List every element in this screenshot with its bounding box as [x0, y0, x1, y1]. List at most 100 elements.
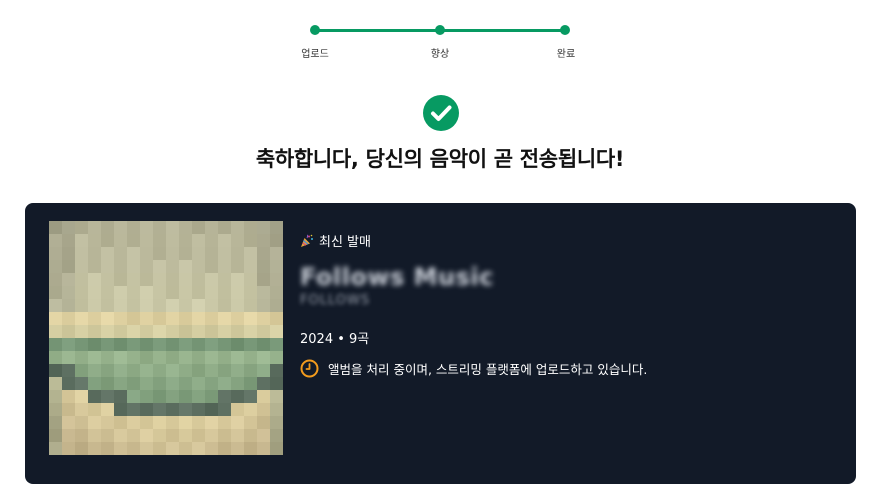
- cover-pixel: [140, 429, 153, 442]
- cover-pixel: [49, 338, 62, 351]
- processing-status-text: 앨범을 처리 중이며, 스트리밍 플랫폼에 업로드하고 있습니다.: [328, 362, 648, 377]
- cover-pixel: [270, 416, 283, 429]
- cover-pixel: [257, 390, 270, 403]
- cover-pixel: [101, 416, 114, 429]
- cover-pixel: [75, 312, 88, 325]
- cover-pixel: [231, 377, 244, 390]
- cover-pixel: [179, 286, 192, 299]
- cover-pixel: [192, 221, 205, 234]
- step-label-enhance: 향상: [430, 49, 450, 60]
- cover-pixel: [49, 234, 62, 247]
- cover-pixel: [75, 286, 88, 299]
- cover-pixel: [257, 260, 270, 273]
- cover-pixel: [62, 260, 75, 273]
- cover-pixel: [218, 442, 231, 455]
- cover-pixel: [127, 364, 140, 377]
- cover-pixel: [62, 312, 75, 325]
- cover-pixel: [140, 351, 153, 364]
- cover-pixel: [62, 364, 75, 377]
- cover-pixel: [140, 403, 153, 416]
- cover-pixel: [179, 234, 192, 247]
- cover-pixel: [231, 325, 244, 338]
- cover-pixel: [166, 377, 179, 390]
- cover-pixel: [101, 390, 114, 403]
- cover-pixel: [205, 286, 218, 299]
- cover-pixel: [179, 221, 192, 234]
- cover-pixel: [101, 312, 114, 325]
- cover-pixel: [101, 286, 114, 299]
- cover-pixel: [205, 221, 218, 234]
- cover-pixel: [257, 416, 270, 429]
- cover-pixel: [88, 273, 101, 286]
- cover-pixel: [114, 429, 127, 442]
- cover-pixel: [49, 247, 62, 260]
- cover-pixel: [49, 416, 62, 429]
- album-card: 최신 발매 Follows Music FOLLOWS 2024 • 9곡 앨범…: [25, 203, 856, 484]
- cover-pixel: [127, 286, 140, 299]
- cover-pixel: [270, 390, 283, 403]
- cover-pixel: [101, 364, 114, 377]
- cover-pixel: [244, 312, 257, 325]
- cover-pixel: [218, 338, 231, 351]
- cover-pixel: [166, 390, 179, 403]
- cover-pixel: [153, 429, 166, 442]
- cover-pixel: [153, 442, 166, 455]
- cover-pixel: [192, 325, 205, 338]
- cover-pixel: [62, 429, 75, 442]
- cover-pixel: [127, 247, 140, 260]
- cover-pixel: [192, 286, 205, 299]
- cover-pixel: [49, 221, 62, 234]
- cover-pixel: [179, 364, 192, 377]
- cover-pixel: [257, 338, 270, 351]
- cover-pixel: [218, 351, 231, 364]
- cover-pixel: [127, 299, 140, 312]
- cover-pixel: [75, 390, 88, 403]
- cover-pixel: [75, 221, 88, 234]
- cover-pixel: [270, 286, 283, 299]
- cover-pixel: [166, 429, 179, 442]
- cover-pixel: [153, 325, 166, 338]
- cover-pixel: [75, 338, 88, 351]
- cover-pixel: [244, 247, 257, 260]
- cover-pixel: [75, 429, 88, 442]
- cover-pixel: [231, 442, 244, 455]
- cover-pixel: [153, 377, 166, 390]
- cover-pixel: [166, 351, 179, 364]
- cover-pixel: [114, 390, 127, 403]
- cover-pixel: [257, 273, 270, 286]
- cover-pixel: [179, 390, 192, 403]
- cover-pixel: [166, 234, 179, 247]
- cover-pixel: [62, 338, 75, 351]
- cover-pixel: [257, 312, 270, 325]
- cover-pixel: [257, 247, 270, 260]
- cover-pixel: [127, 273, 140, 286]
- cover-pixel: [75, 442, 88, 455]
- cover-pixel: [231, 390, 244, 403]
- cover-pixel: [101, 325, 114, 338]
- cover-pixel: [140, 377, 153, 390]
- cover-pixel: [205, 260, 218, 273]
- cover-pixel: [166, 247, 179, 260]
- cover-pixel: [231, 312, 244, 325]
- cover-pixel: [205, 351, 218, 364]
- cover-pixel: [244, 260, 257, 273]
- cover-pixel: [270, 221, 283, 234]
- cover-pixel: [101, 377, 114, 390]
- cover-pixel: [270, 273, 283, 286]
- cover-pixel: [218, 429, 231, 442]
- cover-pixel: [244, 221, 257, 234]
- cover-pixel: [62, 273, 75, 286]
- cover-pixel: [270, 260, 283, 273]
- cover-pixel: [179, 429, 192, 442]
- cover-pixel: [62, 416, 75, 429]
- cover-pixel: [257, 234, 270, 247]
- cover-pixel: [205, 312, 218, 325]
- cover-pixel: [88, 442, 101, 455]
- cover-pixel: [192, 390, 205, 403]
- cover-pixel: [114, 273, 127, 286]
- cover-pixel: [127, 338, 140, 351]
- cover-pixel: [205, 416, 218, 429]
- cover-pixel: [62, 403, 75, 416]
- cover-pixel: [166, 442, 179, 455]
- cover-pixel: [88, 377, 101, 390]
